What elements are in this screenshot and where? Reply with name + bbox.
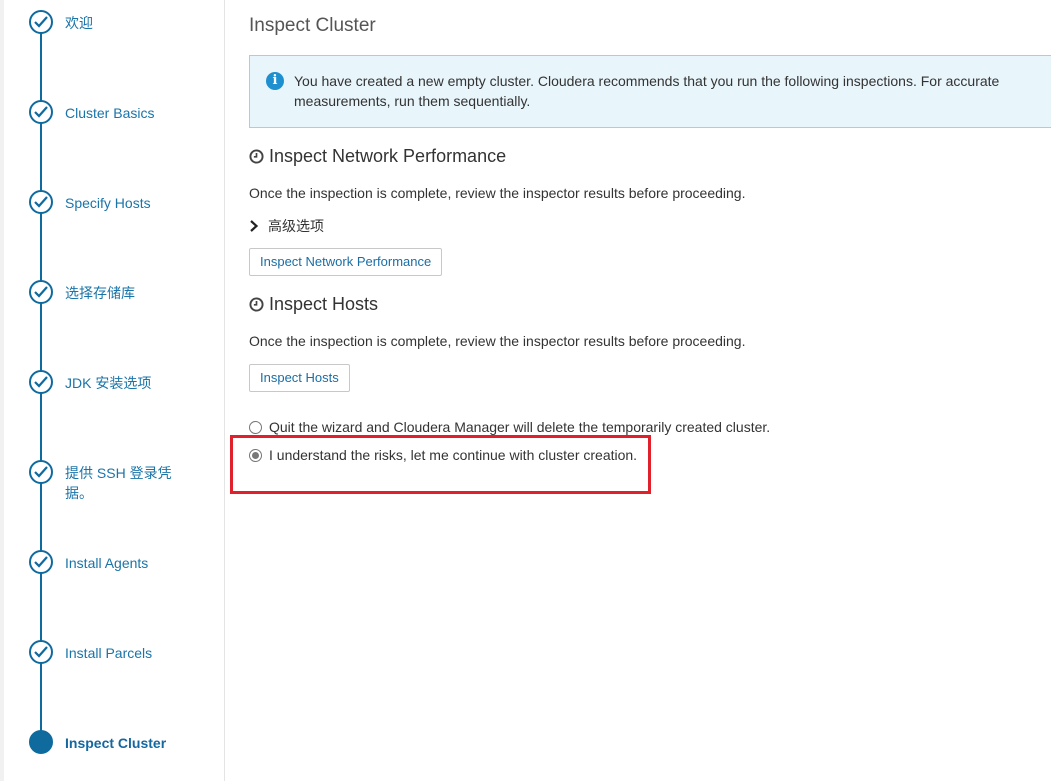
- inspect-hosts-button[interactable]: Inspect Hosts: [249, 364, 350, 392]
- network-title-text: Inspect Network Performance: [269, 146, 507, 166]
- check-icon: [29, 640, 53, 664]
- check-icon: [29, 280, 53, 304]
- inspect-network-button[interactable]: Inspect Network Performance: [249, 248, 443, 276]
- step-label: 提供 SSH 登录凭据。: [65, 465, 172, 501]
- quit-wizard-option[interactable]: Quit the wizard and Cloudera Manager wil…: [249, 419, 770, 435]
- step-ssh-credentials[interactable]: 提供 SSH 登录凭据。: [4, 460, 224, 501]
- current-step-dot-icon: [29, 730, 53, 754]
- step-install-agents[interactable]: Install Agents: [4, 550, 224, 590]
- info-icon: i: [266, 72, 284, 90]
- step-install-parcels[interactable]: Install Parcels: [4, 640, 224, 680]
- advanced-options-label: 高级选项: [268, 218, 324, 234]
- wizard-steps-sidebar: 欢迎 Cluster Basics Specify Hosts 选择存储库 JD: [0, 0, 225, 781]
- check-icon: [29, 100, 53, 124]
- step-jdk-install[interactable]: JDK 安装选项: [4, 370, 224, 410]
- page-title: Inspect Cluster: [249, 15, 376, 36]
- info-text: You have created a new empty cluster. Cl…: [294, 73, 1000, 109]
- step-label: Install Agents: [65, 555, 149, 571]
- annotation-highlight-box: [230, 435, 651, 494]
- step-label: Install Parcels: [65, 645, 153, 661]
- step-label: 选择存储库: [65, 285, 135, 301]
- step-specify-hosts[interactable]: Specify Hosts: [4, 190, 224, 230]
- quit-wizard-label: Quit the wizard and Cloudera Manager wil…: [269, 419, 771, 435]
- chevron-right-icon: [250, 220, 259, 232]
- check-icon: [29, 190, 53, 214]
- step-label: Specify Hosts: [65, 195, 151, 211]
- check-icon: [29, 370, 53, 394]
- step-label: JDK 安装选项: [65, 375, 152, 391]
- step-label: 欢迎: [65, 15, 93, 31]
- step-welcome[interactable]: 欢迎: [4, 10, 224, 50]
- network-section-title: Inspect Network Performance: [249, 146, 506, 167]
- hosts-title-text: Inspect Hosts: [269, 294, 379, 314]
- step-select-repository[interactable]: 选择存储库: [4, 280, 224, 320]
- network-description: Once the inspection is complete, review …: [249, 185, 746, 201]
- clock-icon: [249, 297, 264, 312]
- check-icon: [29, 460, 53, 484]
- wizard-page: 欢迎 Cluster Basics Specify Hosts 选择存储库 JD: [0, 0, 1051, 781]
- step-label: Cluster Basics: [65, 105, 155, 121]
- check-icon: [29, 10, 53, 34]
- step-label: Inspect Cluster: [65, 735, 167, 751]
- main-content: Inspect Cluster i You have created a new…: [225, 0, 1051, 781]
- clock-icon: [249, 149, 264, 164]
- hosts-section-title: Inspect Hosts: [249, 294, 378, 315]
- advanced-options-toggle[interactable]: 高级选项: [249, 216, 324, 236]
- step-cluster-basics[interactable]: Cluster Basics: [4, 100, 224, 140]
- hosts-description: Once the inspection is complete, review …: [249, 333, 746, 349]
- check-icon: [29, 550, 53, 574]
- radio-unchecked[interactable]: [249, 420, 262, 434]
- info-alert: i You have created a new empty cluster. …: [249, 55, 1051, 128]
- step-inspect-cluster[interactable]: Inspect Cluster: [4, 730, 224, 770]
